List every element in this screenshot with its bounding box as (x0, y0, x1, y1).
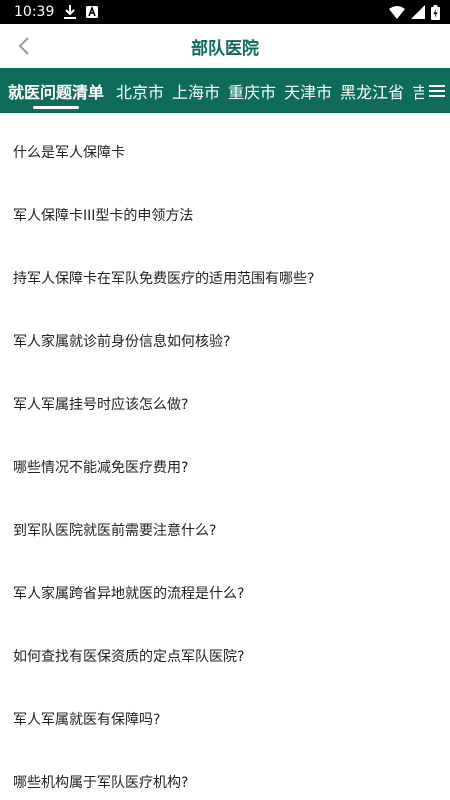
question-item[interactable]: 军人家属跨省异地就医的流程是什么? (0, 561, 450, 624)
tab-label: 就医问题清单 (8, 82, 105, 102)
tab-medical-questions[interactable]: 就医问题清单 (0, 68, 112, 113)
tab-bar: 就医问题清单 北京市 上海市 重庆市 天津市 黑龙江省 吉 (0, 68, 450, 113)
tab-chongqing[interactable]: 重庆市 (224, 68, 280, 113)
question-item[interactable]: 军人家属就诊前身份信息如何核验? (0, 309, 450, 372)
tabs-scroll[interactable]: 就医问题清单 北京市 上海市 重庆市 天津市 黑龙江省 吉 (0, 68, 424, 113)
status-bar: 10:39 (0, 0, 450, 24)
status-right (389, 4, 440, 20)
question-item[interactable]: 军人军属挂号时应该怎么做? (0, 372, 450, 435)
tab-label: 上海市 (172, 82, 221, 102)
tab-shanghai[interactable]: 上海市 (168, 68, 224, 113)
tab-active-indicator (33, 106, 79, 109)
question-item[interactable]: 军人保障卡III型卡的申领方法 (0, 183, 450, 246)
hamburger-menu-icon (429, 84, 445, 97)
question-item[interactable]: 持军人保障卡在军队免费医疗的适用范围有哪些? (0, 246, 450, 309)
page-title: 部队医院 (191, 38, 259, 59)
question-item[interactable]: 哪些机构属于军队医疗机构? (0, 750, 450, 800)
tab-jilin[interactable]: 吉 (408, 68, 424, 113)
signal-icon (411, 5, 425, 19)
tab-label: 天津市 (284, 82, 333, 102)
tab-label: 北京市 (116, 82, 165, 102)
tab-label: 黑龙江省 (340, 82, 405, 102)
question-item[interactable]: 到军队医院就医前需要注意什么? (0, 498, 450, 561)
battery-icon (431, 4, 440, 20)
status-left: 10:39 (14, 4, 99, 20)
question-list: 什么是军人保障卡 军人保障卡III型卡的申领方法 持军人保障卡在军队免费医疗的适… (0, 113, 450, 800)
tab-menu-button[interactable] (424, 68, 450, 113)
question-item[interactable]: 军人军属就医有保障吗? (0, 687, 450, 750)
question-item[interactable]: 如何查找有医保资质的定点军队医院? (0, 624, 450, 687)
download-icon (64, 5, 77, 19)
chevron-left-icon (18, 37, 29, 55)
wifi-icon (389, 5, 405, 19)
tab-beijing[interactable]: 北京市 (112, 68, 168, 113)
font-a-icon (86, 6, 99, 18)
question-item[interactable]: 什么是军人保障卡 (0, 120, 450, 183)
question-item[interactable]: 哪些情况不能减免医疗费用? (0, 435, 450, 498)
back-button[interactable] (8, 30, 40, 62)
title-bar: 部队医院 (0, 24, 450, 68)
tab-label: 吉 (412, 82, 424, 102)
tab-label: 重庆市 (228, 82, 277, 102)
tab-heilongjiang[interactable]: 黑龙江省 (336, 68, 408, 113)
tab-tianjin[interactable]: 天津市 (280, 68, 336, 113)
status-time: 10:39 (14, 4, 55, 20)
